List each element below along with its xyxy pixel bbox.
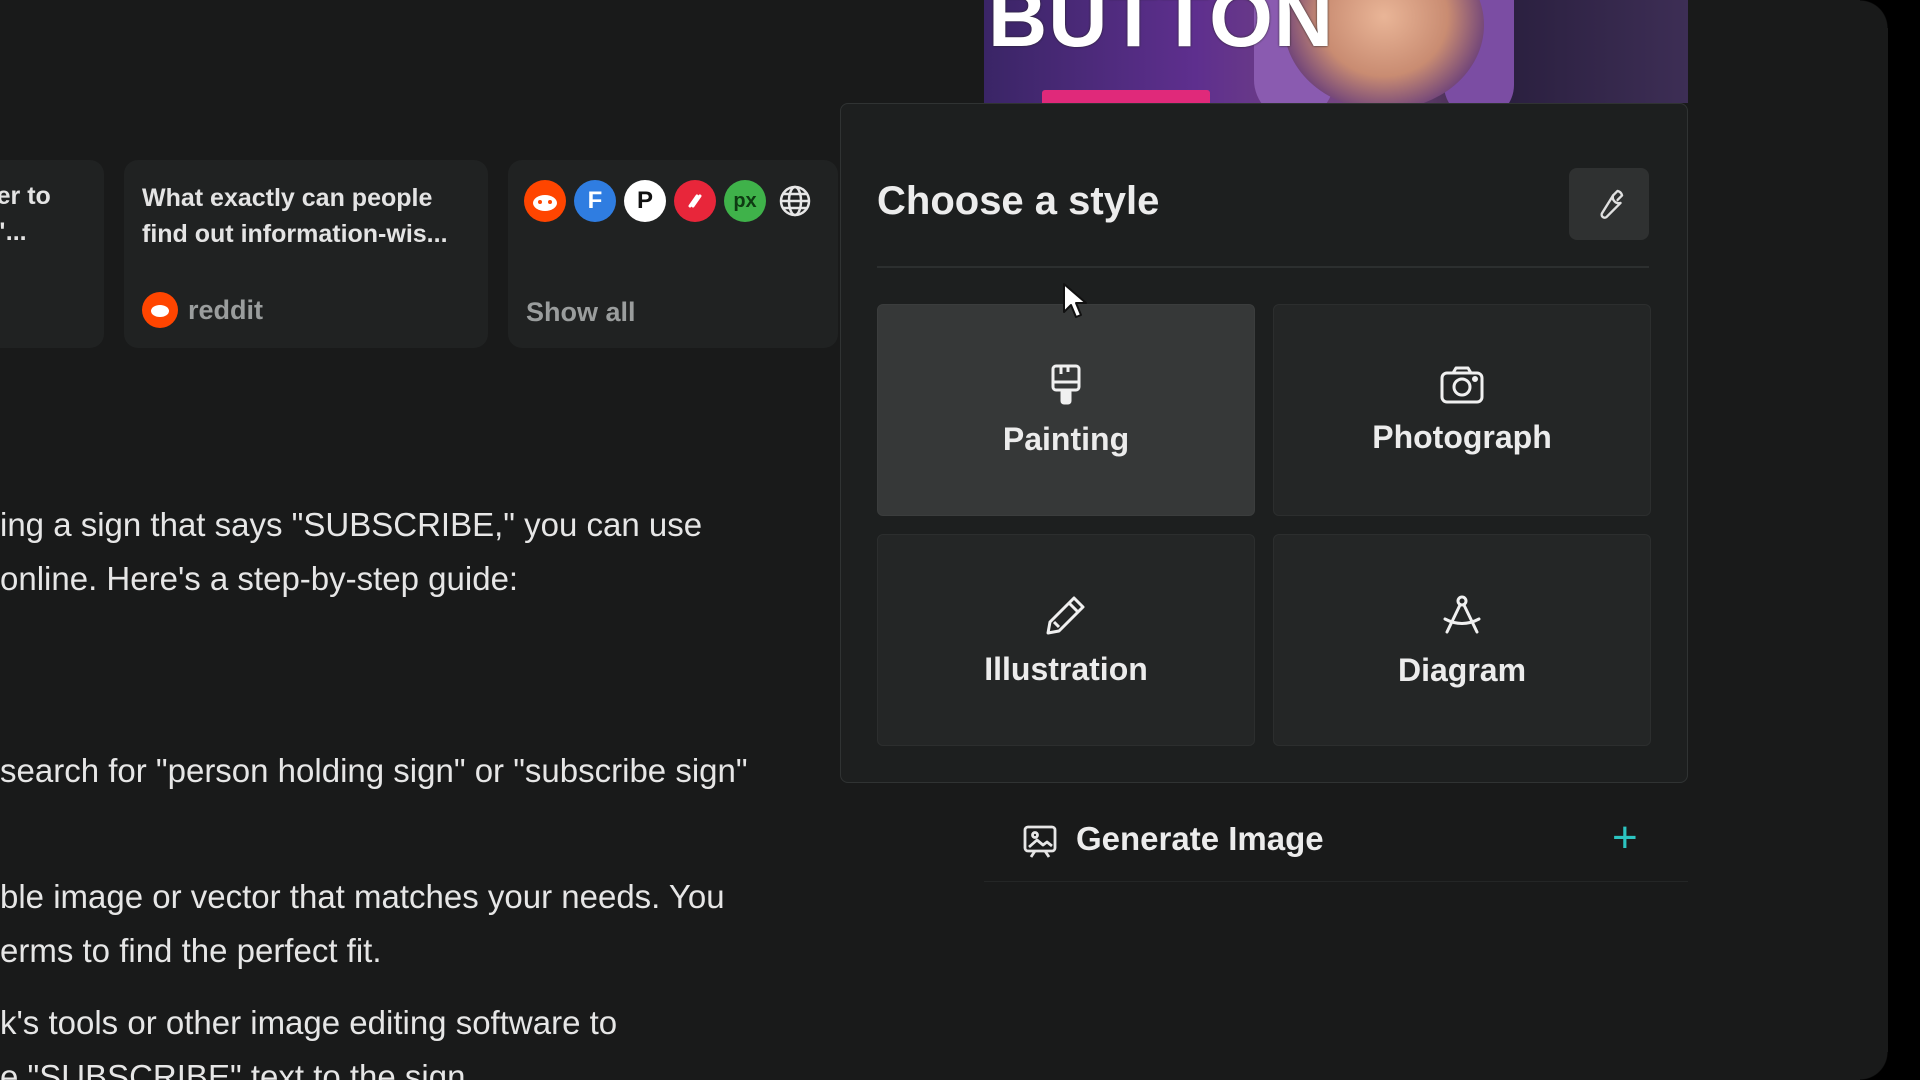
divider bbox=[877, 266, 1649, 268]
image-icon bbox=[1023, 825, 1057, 858]
window-corner bbox=[1860, 1052, 1888, 1080]
settings-button[interactable] bbox=[1569, 168, 1649, 240]
answer-text: ble image or vector that matches your ne… bbox=[0, 878, 725, 915]
mouse-cursor-icon bbox=[1063, 283, 1087, 318]
source-title: What exactly can people find out informa… bbox=[142, 184, 448, 248]
source-card-reddit[interactable]: What exactly can people find out informa… bbox=[124, 160, 488, 348]
generate-image-button[interactable]: Generate Image + bbox=[984, 800, 1688, 882]
plus-icon[interactable]: + bbox=[1612, 816, 1638, 860]
style-option-diagram[interactable]: Diagram bbox=[1273, 534, 1651, 746]
camera-icon bbox=[1440, 366, 1484, 403]
thumbnail-title: BUTTON bbox=[988, 0, 1335, 64]
generate-image-label: Generate Image bbox=[1076, 820, 1324, 857]
style-label: Photograph bbox=[1372, 418, 1552, 455]
answer-text: search for "person holding sign" or "sub… bbox=[0, 752, 748, 789]
red-logo-icon bbox=[674, 180, 716, 222]
answer-text: ing a sign that says "SUBSCRIBE," you ca… bbox=[0, 506, 703, 543]
pencil-icon bbox=[1046, 596, 1085, 634]
reddit-icon bbox=[142, 292, 178, 328]
style-label: Illustration bbox=[984, 650, 1148, 687]
source-title: tter to e"... bbox=[0, 182, 51, 246]
paintbrush-icon bbox=[1051, 364, 1081, 404]
style-label: Diagram bbox=[1397, 651, 1527, 688]
source-card[interactable]: tter to e"... bbox=[0, 160, 104, 348]
style-option-painting[interactable]: Painting bbox=[877, 304, 1255, 516]
window-edge bbox=[1888, 0, 1920, 1080]
p-logo-icon: P bbox=[624, 180, 666, 222]
style-option-photograph[interactable]: Photograph bbox=[1273, 304, 1651, 516]
answer-text: k's tools or other image editing softwar… bbox=[0, 1004, 618, 1041]
window-corner bbox=[1860, 0, 1888, 28]
wrench-icon bbox=[1600, 189, 1624, 219]
globe-icon bbox=[774, 180, 816, 222]
reddit-icon bbox=[524, 180, 566, 222]
popover-title: Choose a style bbox=[877, 179, 1160, 223]
style-label: Painting bbox=[1002, 420, 1130, 457]
f-logo-icon: F bbox=[574, 180, 616, 222]
style-option-illustration[interactable]: Illustration bbox=[877, 534, 1255, 746]
source-attribution: reddit bbox=[142, 292, 263, 328]
video-thumbnail[interactable]: BUTTON bbox=[984, 0, 1688, 103]
show-all-link[interactable]: Show all bbox=[526, 297, 636, 328]
style-picker-popover: Choose a style Painting Photograph Illus… bbox=[840, 103, 1688, 783]
answer-text: erms to find the perfect fit. bbox=[0, 932, 382, 969]
answer-text: e "SUBSCRIBE" text to the sign bbox=[0, 1058, 466, 1080]
show-all-sources-card[interactable]: F P px Show all bbox=[508, 160, 838, 348]
thumbnail-banner bbox=[1042, 90, 1210, 103]
answer-text: online. Here's a step-by-step guide: bbox=[0, 560, 519, 597]
app-screen: tter to e"... What exactly can people fi… bbox=[0, 0, 1920, 1080]
source-name: reddit bbox=[188, 294, 264, 325]
compass-icon bbox=[1443, 595, 1481, 633]
px-logo-icon: px bbox=[724, 180, 766, 222]
favicon-row: F P px bbox=[524, 180, 816, 222]
